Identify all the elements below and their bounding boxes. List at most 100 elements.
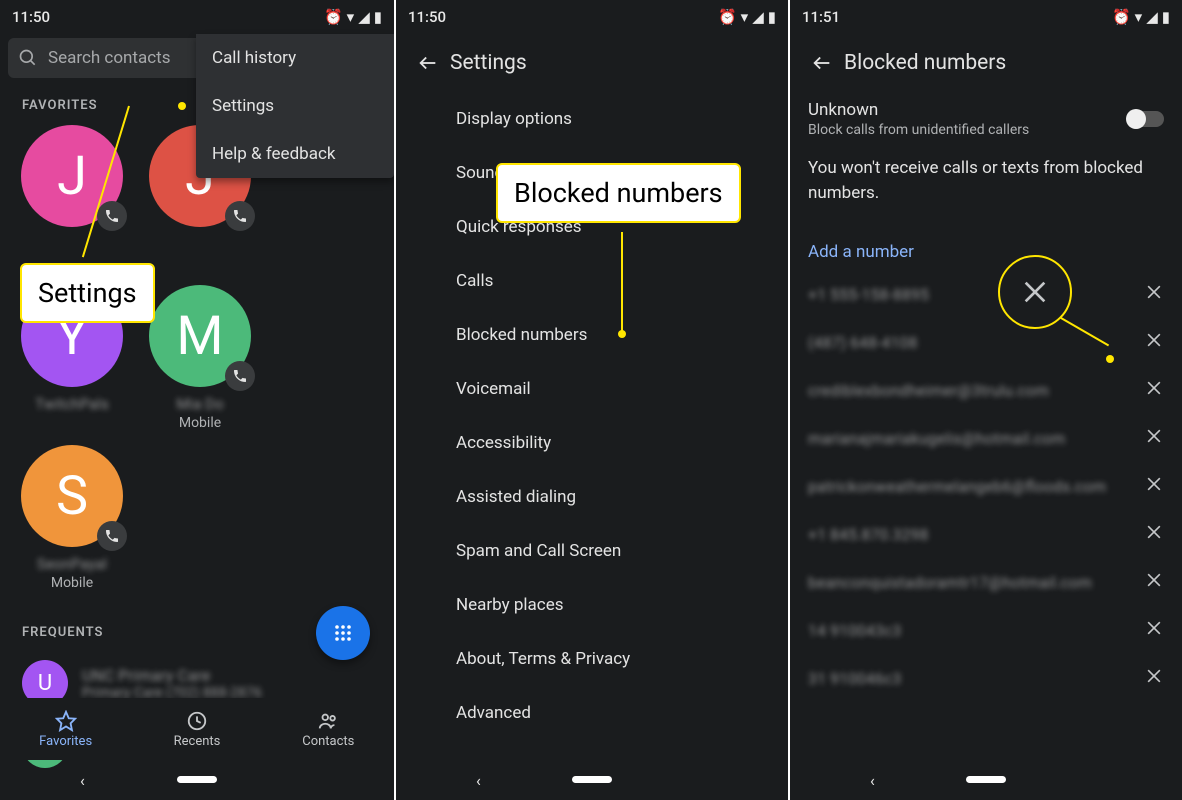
contact-sub: Mobile: [179, 415, 221, 431]
system-nav: ‹: [396, 760, 788, 800]
settings-item-blocked-numbers[interactable]: Blocked numbers: [396, 308, 788, 362]
add-number-button[interactable]: Add a number: [790, 222, 1182, 270]
remove-button[interactable]: [1144, 570, 1164, 594]
blocked-row: 14 910043c3: [790, 606, 1182, 654]
remove-button[interactable]: [1144, 522, 1164, 546]
wifi-icon: ▾: [1135, 8, 1143, 26]
dialpad-fab[interactable]: [316, 606, 370, 660]
back-chevron-icon[interactable]: ‹: [80, 771, 85, 790]
blocked-row: marianajmariakugelis@hotmail.com: [790, 414, 1182, 462]
close-icon: [1019, 276, 1051, 308]
remove-button[interactable]: [1144, 426, 1164, 450]
annotation-callout: Settings: [20, 263, 155, 323]
blocked-row: 31 910046c3: [790, 654, 1182, 702]
back-chevron-icon[interactable]: ‹: [476, 771, 481, 790]
settings-item-accessibility[interactable]: Accessibility: [396, 416, 788, 470]
blocked-value: +1 555-158-8895: [808, 285, 1144, 304]
blocked-header: Blocked numbers: [790, 34, 1182, 92]
settings-item-voicemail[interactable]: Voicemail: [396, 362, 788, 416]
back-chevron-icon[interactable]: ‹: [870, 771, 875, 790]
blocked-list: +1 555-158-8895 (487) 648-4108 crediblex…: [790, 270, 1182, 702]
phone-icon: [225, 361, 255, 391]
close-icon: [1144, 282, 1164, 302]
favorite-contact[interactable]: S SeonPayal Mobile: [8, 445, 136, 605]
settings-item-nearby[interactable]: Nearby places: [396, 578, 788, 632]
remove-button[interactable]: [1144, 666, 1164, 690]
settings-header: Settings: [396, 34, 788, 92]
remove-button[interactable]: [1144, 330, 1164, 354]
phone-icon: [225, 201, 255, 231]
annotation-dot: [1106, 355, 1114, 363]
close-icon: [1144, 666, 1164, 686]
settings-item-calls[interactable]: Calls: [396, 254, 788, 308]
star-icon: [55, 710, 77, 732]
blocked-row: +1 845.870.3298: [790, 510, 1182, 558]
signal-icon: ◢: [358, 8, 370, 26]
settings-title: Settings: [450, 51, 527, 75]
blocked-row: crediblexbondheimer@3trulu.com: [790, 366, 1182, 414]
avatar-letter: S: [56, 465, 88, 528]
remove-button[interactable]: [1144, 282, 1164, 306]
close-icon: [1144, 426, 1164, 446]
tab-contacts[interactable]: Contacts: [263, 698, 394, 760]
menu-call-history[interactable]: Call history: [196, 34, 394, 82]
favorite-contact[interactable]: M Mia Do Mobile: [136, 285, 264, 445]
settings-item-about[interactable]: About, Terms & Privacy: [396, 632, 788, 686]
tab-label: Favorites: [39, 734, 92, 749]
status-bar: 11:50 ⏰ ▾ ◢ ▮: [0, 0, 394, 34]
screen-blocked-numbers: 11:51 ⏰ ▾ ◢ ▮ Blocked numbers Unknown Bl…: [788, 0, 1182, 800]
search-placeholder: Search contacts: [48, 48, 170, 68]
wifi-icon: ▾: [741, 8, 749, 26]
overflow-menu: Call history Settings Help & feedback: [196, 34, 394, 178]
annotation-dot: [618, 330, 626, 338]
status-time: 11:50: [12, 8, 50, 26]
menu-help-feedback[interactable]: Help & feedback: [196, 130, 394, 178]
contact-name: UNC Primary Care: [82, 666, 372, 685]
remove-button[interactable]: [1144, 378, 1164, 402]
avatar-letter: J: [57, 145, 87, 208]
blocked-value: +1 845.870.3298: [808, 525, 1144, 544]
back-arrow-icon: [417, 52, 439, 74]
close-icon: [1144, 474, 1164, 494]
blocked-row: +1 555-158-8895: [790, 270, 1182, 318]
annotation-magnifier: [998, 255, 1072, 329]
system-nav: ‹: [0, 760, 394, 800]
remove-button[interactable]: [1144, 474, 1164, 498]
menu-settings[interactable]: Settings: [196, 82, 394, 130]
avatar-letter: M: [176, 305, 223, 368]
home-pill[interactable]: [966, 776, 1006, 783]
blocked-value: 31 910046c3: [808, 669, 1144, 688]
tab-favorites[interactable]: Favorites: [0, 698, 131, 760]
blocked-row: (487) 648-4108: [790, 318, 1182, 366]
close-icon: [1144, 522, 1164, 542]
contact-sub: Mobile: [51, 575, 93, 591]
settings-item-spam[interactable]: Spam and Call Screen: [396, 524, 788, 578]
people-icon: [317, 710, 339, 732]
tab-label: Contacts: [302, 734, 354, 749]
unknown-switch[interactable]: [1128, 111, 1164, 127]
contact-name: TwitchPals: [35, 395, 108, 413]
blocked-value: beanconquistadoramtr17@hotmail.com: [808, 573, 1144, 592]
favorites-grid: J J Y TwitchPals M Mia Do Mobile S SeonP…: [0, 125, 394, 605]
settings-item-advanced[interactable]: Advanced: [396, 686, 788, 740]
dialpad-icon: [331, 621, 355, 645]
clock-icon: [186, 710, 208, 732]
screen-settings: 11:50 ⏰ ▾ ◢ ▮ Settings Display options S…: [394, 0, 788, 800]
status-time: 11:50: [408, 8, 446, 26]
home-pill[interactable]: [177, 776, 217, 783]
status-bar: 11:51 ⏰ ▾ ◢ ▮: [790, 0, 1182, 34]
home-pill[interactable]: [572, 776, 612, 783]
tab-recents[interactable]: Recents: [131, 698, 262, 760]
annotation-line: [621, 232, 623, 332]
settings-item-assisted-dialing[interactable]: Assisted dialing: [396, 470, 788, 524]
back-button[interactable]: [800, 52, 844, 74]
remove-button[interactable]: [1144, 618, 1164, 642]
signal-icon: ◢: [752, 8, 764, 26]
alarm-icon: ⏰: [718, 8, 737, 26]
back-button[interactable]: [406, 52, 450, 74]
blocked-value: crediblexbondheimer@3trulu.com: [808, 381, 1144, 400]
settings-item-display[interactable]: Display options: [396, 92, 788, 146]
annotation-dot: [178, 102, 186, 110]
blocked-note: You won't receive calls or texts from bl…: [790, 152, 1182, 222]
wifi-icon: ▾: [347, 8, 355, 26]
